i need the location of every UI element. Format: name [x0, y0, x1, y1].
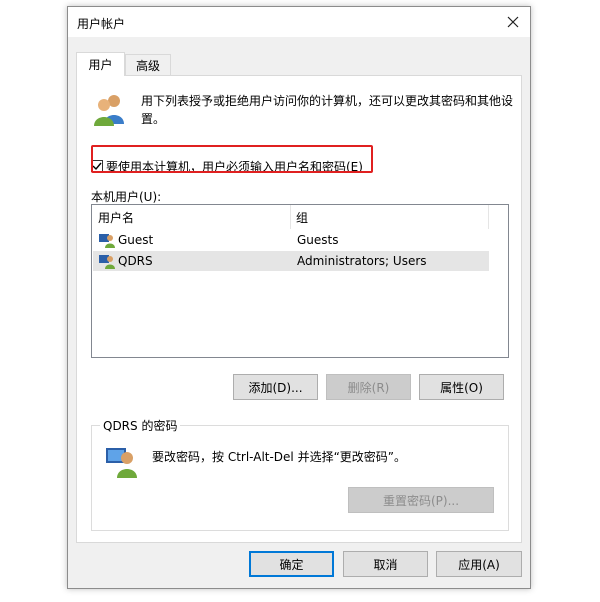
user-group: Administrators; Users [297, 254, 427, 268]
highlight-box [91, 145, 373, 173]
tab-advanced[interactable]: 高级 [125, 54, 171, 76]
column-divider [488, 205, 489, 229]
users-tab-panel: 用下列表授予或拒绝用户访问你的计算机，还可以更改其密码和其他设置。 要使用本计算… [76, 75, 522, 543]
apply-button[interactable]: 应用(A) [436, 551, 522, 577]
table-row[interactable]: QDRS Administrators; Users [93, 251, 489, 271]
reset-password-button[interactable]: 重置密码(P)... [348, 487, 494, 513]
intro-text: 用下列表授予或拒绝用户访问你的计算机，还可以更改其密码和其他设置。 [141, 94, 514, 126]
user-icon [99, 234, 115, 248]
window-title: 用户帐户 [77, 17, 126, 31]
user-accounts-dialog: 用户帐户 用户 高级 用下列表授予或拒绝用户访问你的计算机，还可以更改其密码和其… [67, 6, 531, 589]
column-username[interactable]: 用户名 [98, 209, 134, 226]
user-name: Guest [118, 233, 154, 247]
ok-button[interactable]: 确定 [249, 551, 334, 577]
local-users-list[interactable]: 用户名 组 Guest Guests QDRS Administrators; … [91, 204, 509, 358]
close-icon [507, 16, 519, 28]
user-name: QDRS [118, 254, 153, 268]
add-user-button[interactable]: 添加(D)... [233, 374, 318, 400]
password-group-title: QDRS 的密码 [100, 417, 181, 434]
user-password-icon [106, 448, 137, 478]
column-group[interactable]: 组 [296, 209, 308, 226]
cancel-button[interactable]: 取消 [343, 551, 428, 577]
user-icon [99, 255, 115, 269]
password-instruction: 要改密码，按 Ctrl-Alt-Del 并选择“更改密码”。 [152, 450, 407, 464]
list-header: 用户名 组 [92, 205, 508, 229]
remove-user-button[interactable]: 删除(R) [326, 374, 411, 400]
table-row[interactable]: Guest Guests [93, 230, 489, 250]
users-icon [94, 95, 124, 126]
password-group: QDRS 的密码 要改密码，按 Ctrl-Alt-Del 并选择“更改密码”。 … [91, 417, 509, 531]
close-button[interactable] [496, 7, 530, 37]
local-users-label: 本机用户(U): [91, 190, 162, 204]
column-divider [290, 205, 291, 229]
title-bar: 用户帐户 [68, 7, 530, 37]
properties-button[interactable]: 属性(O) [419, 374, 504, 400]
user-group: Guests [297, 233, 339, 247]
tab-users[interactable]: 用户 [76, 52, 125, 76]
